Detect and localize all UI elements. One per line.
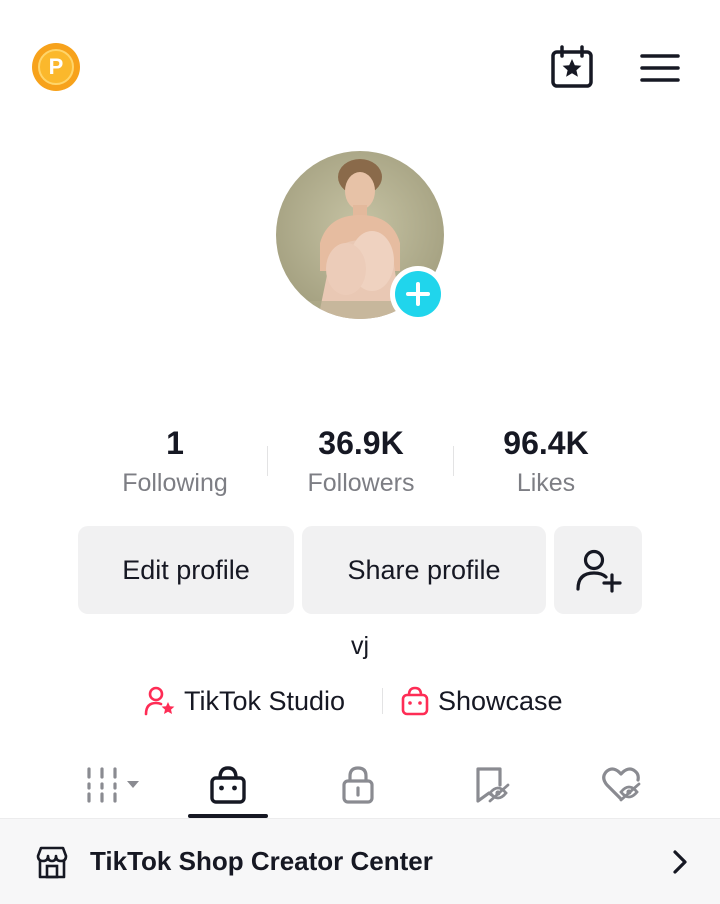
- coin-icon[interactable]: P: [32, 43, 80, 91]
- lock-icon: [342, 766, 374, 804]
- showcase-label: Showcase: [438, 685, 563, 716]
- tab-private[interactable]: [308, 752, 408, 818]
- add-friend-icon: [576, 549, 622, 593]
- plus-icon: [406, 282, 430, 306]
- showcase-link[interactable]: Showcase: [400, 682, 563, 720]
- studio-person-star-icon: [144, 686, 175, 716]
- coin-letter: P: [38, 49, 74, 85]
- shop-creator-center-label: TikTok Shop Creator Center: [90, 846, 433, 876]
- stat-divider: [267, 446, 268, 476]
- following-label: Following: [122, 469, 228, 497]
- tiktok-studio-link[interactable]: TikTok Studio: [144, 682, 345, 720]
- likes-count: 96.4K: [503, 425, 589, 461]
- add-friend-button[interactable]: [554, 526, 642, 614]
- calendar-star-icon[interactable]: [549, 44, 595, 90]
- tiktok-studio-label: TikTok Studio: [184, 685, 346, 716]
- showcase-bag-icon: [401, 686, 429, 716]
- tab-videos[interactable]: [54, 752, 154, 818]
- shop-creator-center-bar[interactable]: TikTok Shop Creator Center: [0, 818, 720, 904]
- grid-icon: [87, 767, 139, 803]
- stat-divider: [453, 446, 454, 476]
- bookmark-hidden-icon: [476, 767, 510, 803]
- stat-following[interactable]: 1 Following: [85, 424, 265, 500]
- stat-likes[interactable]: 96.4K Likes: [456, 424, 636, 500]
- heart-hidden-icon: [602, 767, 641, 802]
- chevron-right-icon: [673, 849, 687, 874]
- hamburger-menu-icon[interactable]: [638, 48, 682, 88]
- following-count: 1: [166, 425, 184, 461]
- tab-liked[interactable]: [572, 752, 672, 818]
- tab-favorites[interactable]: [442, 752, 542, 818]
- stat-followers[interactable]: 36.9K Followers: [271, 424, 451, 500]
- add-avatar-button[interactable]: [390, 266, 446, 322]
- followers-label: Followers: [307, 469, 415, 497]
- edit-profile-button[interactable]: Edit profile: [78, 526, 294, 614]
- tab-shop[interactable]: [178, 752, 278, 818]
- link-divider: [382, 688, 383, 714]
- share-profile-button[interactable]: Share profile: [302, 526, 546, 614]
- followers-count: 36.9K: [318, 425, 404, 461]
- shopping-bag-icon: [210, 766, 246, 804]
- storefront-icon: [36, 846, 68, 878]
- username: vj: [350, 632, 370, 660]
- likes-label: Likes: [516, 469, 576, 497]
